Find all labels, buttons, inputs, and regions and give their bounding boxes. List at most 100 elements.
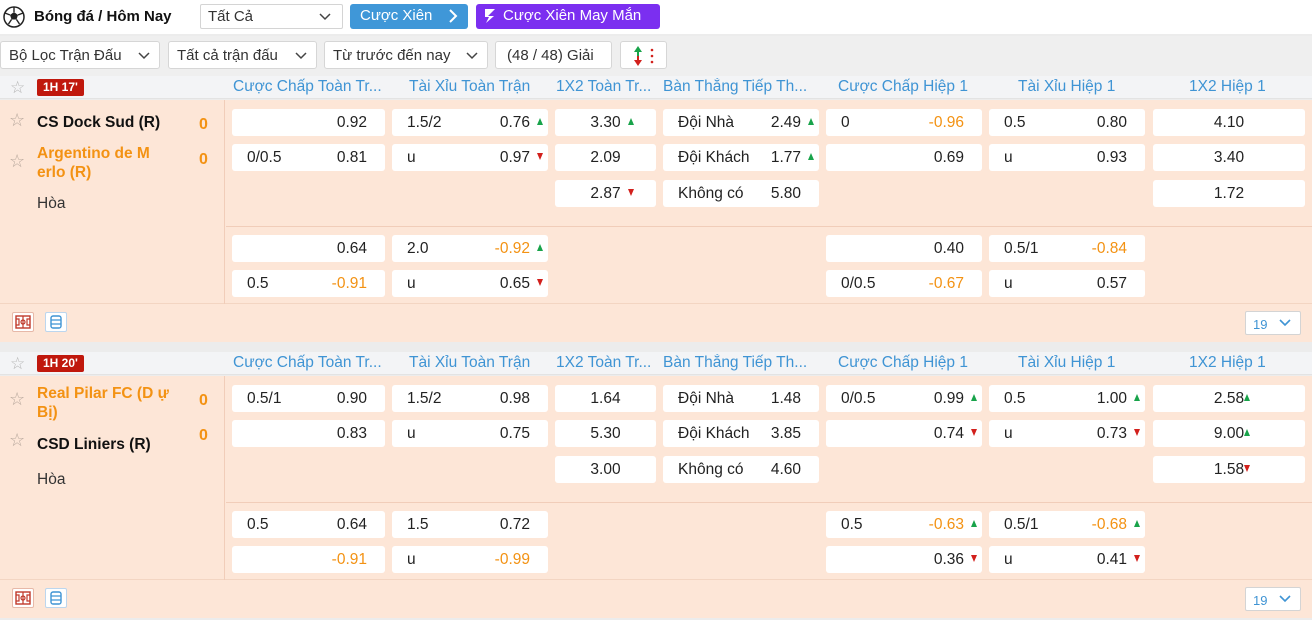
odds-up-icon (1134, 520, 1140, 527)
odds-cell[interactable]: 0.83 (232, 420, 385, 447)
odds-cell[interactable]: 0.5 0.64 (232, 511, 385, 538)
odds-cell[interactable]: 0/0.5 0.99 (826, 385, 982, 412)
odds-cell[interactable]: 0.64 (232, 235, 385, 262)
odds-down-icon (537, 279, 543, 286)
odds-cell[interactable]: u 0.97 (392, 144, 548, 171)
odds-cell[interactable]: u 0.75 (392, 420, 548, 447)
odds-cell[interactable]: Không có 5.80 (663, 180, 819, 207)
odds-cell[interactable]: 1.5/2 0.98 (392, 385, 548, 412)
odds-cell[interactable]: Đội Nhà 2.49 (663, 109, 819, 136)
odds-cell[interactable]: u 0.65 (392, 270, 548, 297)
favorite-star-icon[interactable]: ☆ (10, 78, 25, 98)
odds-cell[interactable]: Đội Khách 1.77 (663, 144, 819, 171)
odds-cell[interactable]: 0.36 (826, 546, 982, 573)
odds-cell[interactable]: 3.30 (555, 109, 656, 136)
odds-cell[interactable]: 0.92 (232, 109, 385, 136)
odds-cell[interactable]: 0.5/1 -0.68 (989, 511, 1145, 538)
odds-cell[interactable]: 0.5 -0.63 (826, 511, 982, 538)
odds-cell[interactable]: Không có 4.60 (663, 456, 819, 483)
odds-cell[interactable]: 0.5/1 -0.84 (989, 235, 1145, 262)
favorite-star-icon[interactable]: ☆ (9, 430, 25, 451)
odds-cell[interactable]: 0.69 (826, 144, 982, 171)
col-header-1x2-h1: 1X2 Hiệp 1 (1189, 354, 1266, 371)
more-bets-dropdown[interactable]: 19 (1245, 311, 1301, 335)
match-filter-dropdown[interactable]: Bộ Lọc Trận Đấu (0, 41, 160, 69)
odds-cell[interactable]: 3.00 (555, 456, 656, 483)
odds-value: 0.64 (336, 240, 367, 257)
odds-cell[interactable]: 1.58 (1153, 456, 1305, 483)
odds-cell[interactable]: 0.5 -0.91 (232, 270, 385, 297)
odds-cell[interactable]: -0.91 (232, 546, 385, 573)
odds-cell[interactable]: u -0.99 (392, 546, 548, 573)
odds-cell[interactable]: Đội Khách 3.85 (663, 420, 819, 447)
list-stats-icon[interactable] (45, 312, 67, 332)
odds-value: 1.5 (407, 516, 429, 533)
odds-cell[interactable]: u 0.73 (989, 420, 1145, 447)
odds-value: 1.48 (770, 390, 801, 407)
all-matches-dropdown[interactable]: Tất cả trận đấu (168, 41, 317, 69)
odds-cell[interactable]: 0 -0.96 (826, 109, 982, 136)
odds-cell[interactable]: 2.87 (555, 180, 656, 207)
live-time-badge: 1H 17' (37, 79, 84, 96)
odds-cell[interactable]: 2.0 -0.92 (392, 235, 548, 262)
sport-filter-select[interactable]: Tất Cả (200, 4, 343, 29)
odds-cell[interactable]: 1.64 (555, 385, 656, 412)
odds-cell[interactable]: Đội Nhà 1.48 (663, 385, 819, 412)
odds-value: 0.81 (336, 149, 367, 166)
odds-value: -0.96 (928, 114, 964, 131)
more-bets-dropdown[interactable]: 19 (1245, 587, 1301, 611)
odds-value: 3.85 (770, 425, 801, 442)
odds-cell[interactable]: 1.5/2 0.76 (392, 109, 548, 136)
odds-value: 0 (841, 114, 850, 131)
match-body: ☆ CS Dock Sud (R) 0 ☆ Argentino de M erl… (0, 100, 1312, 304)
col-header-1x2: 1X2 Toàn Tr... (556, 78, 652, 95)
sort-toggle-button[interactable] (620, 41, 667, 69)
odds-cell[interactable]: 2.58 (1153, 385, 1305, 412)
odds-cell[interactable]: u 0.41 (989, 546, 1145, 573)
league-select-button[interactable]: (48 / 48) Giải (495, 41, 612, 69)
odds-cell[interactable]: 5.30 (555, 420, 656, 447)
cuoc-xien-may-man-button[interactable]: Cược Xiên May Mắn (476, 4, 660, 29)
field-stats-icon[interactable] (12, 312, 34, 332)
odds-cell[interactable]: 2.09 (555, 144, 656, 171)
odds-cell[interactable]: 0.74 (826, 420, 982, 447)
odds-cell[interactable]: 0.5 0.80 (989, 109, 1145, 136)
odds-cell[interactable]: 1.72 (1153, 180, 1305, 207)
odds-cell[interactable]: 4.10 (1153, 109, 1305, 136)
odds-value: 0.73 (1096, 425, 1127, 442)
odds-cell[interactable]: 0/0.5 0.81 (232, 144, 385, 171)
favorite-star-icon[interactable]: ☆ (9, 389, 25, 410)
sport-filter-value: Tất Cả (208, 8, 254, 25)
odds-cell[interactable]: u 0.57 (989, 270, 1145, 297)
sort-order-dropdown[interactable]: Từ trước đến nay (324, 41, 488, 69)
odds-up-icon (1134, 394, 1140, 401)
odds-value: 2.87 (590, 185, 621, 202)
odds-value: 0.69 (933, 149, 964, 166)
odds-up-icon (808, 153, 814, 160)
odds-cell[interactable]: 0/0.5 -0.67 (826, 270, 982, 297)
row-divider (226, 502, 1312, 503)
odds-value: 1.5/2 (407, 390, 442, 407)
odds-cell[interactable]: 3.40 (1153, 144, 1305, 171)
odds-value: 2.09 (590, 149, 621, 166)
odds-cell[interactable]: u 0.93 (989, 144, 1145, 171)
odds-cell[interactable]: 0.5/1 0.90 (232, 385, 385, 412)
field-stats-icon[interactable] (12, 588, 34, 608)
odds-cell[interactable]: 0.40 (826, 235, 982, 262)
cuoc-xien-button[interactable]: Cược Xiên (350, 4, 468, 29)
odds-value: 5.80 (770, 185, 801, 202)
top-bar: Bóng đá / Hôm Nay Tất Cả Cược Xiên Cược … (0, 0, 1312, 34)
odds-cell[interactable]: 9.00 (1153, 420, 1305, 447)
odds-cell[interactable]: 0.5 1.00 (989, 385, 1145, 412)
list-stats-icon[interactable] (45, 588, 67, 608)
odds-up-icon (1244, 394, 1250, 401)
odds-cell[interactable]: 1.5 0.72 (392, 511, 548, 538)
odds-value: u (407, 149, 416, 166)
favorite-star-icon[interactable]: ☆ (9, 110, 25, 131)
odds-value: -0.63 (928, 516, 964, 533)
odds-value: 0.64 (336, 516, 367, 533)
favorite-star-icon[interactable]: ☆ (9, 151, 25, 172)
odds-value: 0.5 (247, 275, 269, 292)
favorite-star-icon[interactable]: ☆ (10, 354, 25, 374)
col-header-1x2-h1: 1X2 Hiệp 1 (1189, 78, 1266, 95)
